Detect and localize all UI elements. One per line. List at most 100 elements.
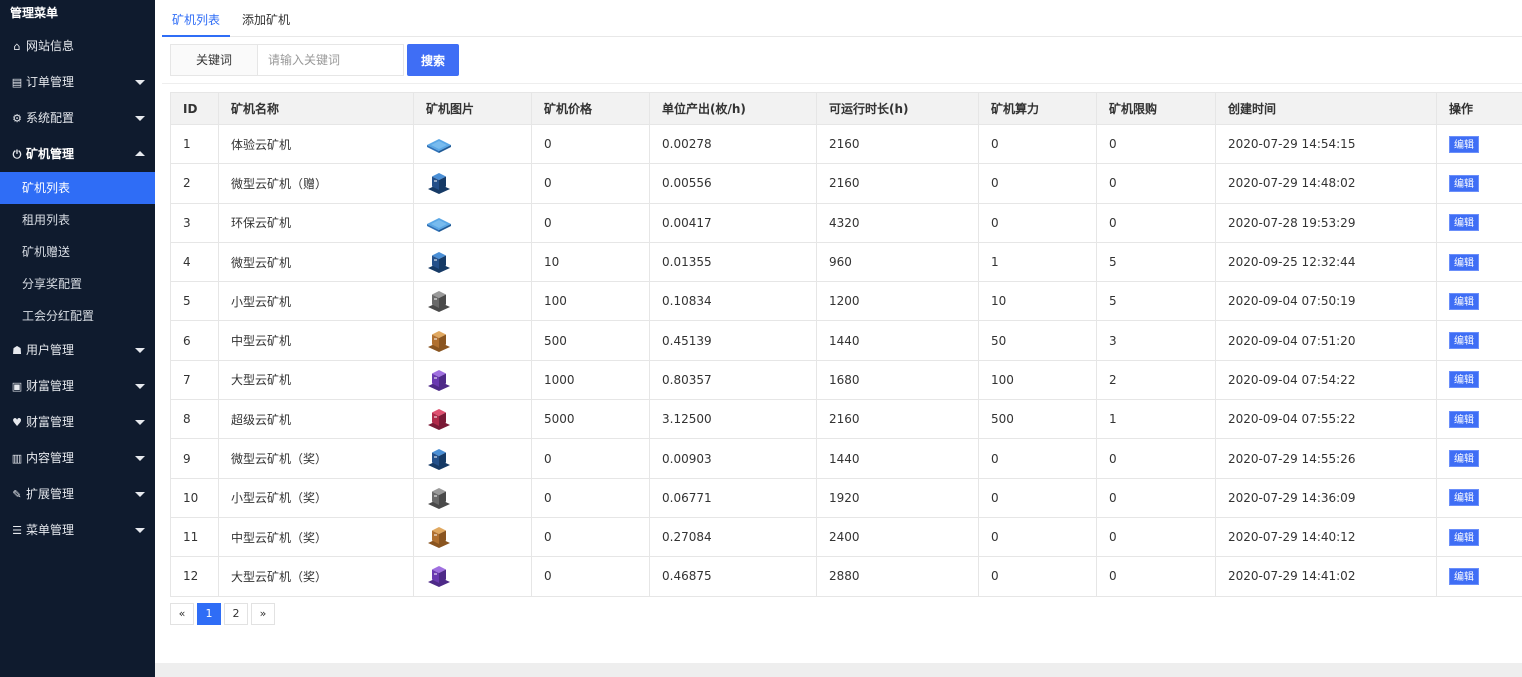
sidebar-item-orders[interactable]: ▤ 订单管理 — [0, 64, 155, 100]
table-row: 3 环保云矿机 0 0.00417 4320 0 0 2020-07-28 19:53:29 编… — [170, 202, 1522, 243]
pagination-page-2[interactable]: 2 — [224, 603, 248, 625]
miner-image-cell — [413, 399, 532, 440]
cell-power: 0 — [978, 163, 1097, 204]
cell-limit: 0 — [1096, 202, 1216, 243]
pagination-prev[interactable]: « — [170, 603, 194, 625]
sidebar-item-label: 矿机管理 — [26, 147, 75, 161]
cell-power: 10 — [978, 281, 1097, 322]
cell-actions: 编辑 — [1436, 438, 1522, 479]
cell-name: 环保云矿机 — [218, 202, 414, 243]
chevron-down-icon — [135, 116, 145, 121]
cell-price: 0 — [531, 123, 650, 165]
cell-price: 500 — [531, 320, 650, 361]
cell-hours: 1440 — [816, 438, 979, 479]
cell-id: 11 — [170, 516, 219, 558]
tab-miner-list[interactable]: 矿机列表 — [162, 0, 230, 37]
edit-button[interactable]: 编辑 — [1449, 371, 1479, 389]
sidebar-item-menus[interactable]: ☰ 菜单管理 — [0, 512, 155, 548]
miner-image — [426, 250, 452, 274]
sidebar-item-extensions[interactable]: ✎ 扩展管理 — [0, 476, 155, 512]
bars-icon: ☰ — [12, 524, 22, 537]
cell-price: 0 — [531, 516, 650, 558]
cell-created: 2020-07-29 14:40:12 — [1215, 516, 1437, 558]
sidebar-item-users[interactable]: ☗ 用户管理 — [0, 332, 155, 368]
edit-button[interactable]: 编辑 — [1449, 253, 1479, 271]
edit-button[interactable]: 编辑 — [1449, 450, 1479, 468]
cell-limit: 0 — [1096, 516, 1216, 558]
sidebar-sub-miner-gift[interactable]: 矿机赠送 — [0, 236, 155, 268]
search-button[interactable]: 搜索 — [407, 44, 459, 76]
table-header-row: ID 矿机名称 矿机图片 矿机价格 单位产出(枚/h) 可运行时长(h) 矿机算… — [170, 92, 1522, 125]
sidebar-sub-union-dividend[interactable]: 工会分红配置 — [0, 300, 155, 332]
cell-output: 0.10834 — [649, 281, 817, 322]
cell-output: 0.80357 — [649, 359, 817, 401]
cell-name: 中型云矿机（奖） — [218, 516, 414, 558]
cell-created: 2020-07-29 14:36:09 — [1215, 477, 1437, 518]
wrench-icon: ✎ — [12, 488, 22, 501]
cell-power: 0 — [978, 516, 1097, 558]
column-header: 矿机价格 — [531, 92, 650, 125]
cell-output: 3.12500 — [649, 399, 817, 440]
cell-created: 2020-09-04 07:54:22 — [1215, 359, 1437, 401]
cell-id: 4 — [170, 241, 219, 283]
cell-name: 体验云矿机 — [218, 123, 414, 165]
sidebar-item-label: 内容管理 — [26, 451, 75, 465]
cell-output: 0.00278 — [649, 123, 817, 165]
cell-name: 微型云矿机（奖） — [218, 438, 414, 479]
edit-button[interactable]: 编辑 — [1449, 332, 1479, 350]
edit-button[interactable]: 编辑 — [1449, 214, 1479, 232]
sidebar-item-wealth-1[interactable]: ▣ 财富管理 — [0, 368, 155, 404]
cell-actions: 编辑 — [1436, 359, 1522, 401]
edit-button[interactable]: 编辑 — [1449, 410, 1479, 428]
table-row: 8 超级云矿机 5000 3.12500 2160 500 1 2020-09-04 07:5… — [170, 399, 1522, 440]
cell-power: 0 — [978, 477, 1097, 518]
edit-button[interactable]: 编辑 — [1449, 489, 1479, 507]
column-header: 操作 — [1436, 92, 1522, 125]
miner-image — [426, 289, 452, 313]
sidebar-sub-miner-list[interactable]: 矿机列表 — [0, 172, 155, 204]
cell-power: 0 — [978, 202, 1097, 243]
sidebar-sub-rental-list[interactable]: 租用列表 — [0, 204, 155, 236]
pagination-next[interactable]: » — [251, 603, 275, 625]
cell-output: 0.06771 — [649, 477, 817, 518]
sidebar-item-wealth-2[interactable]: ♥ 财富管理 — [0, 404, 155, 440]
edit-button[interactable]: 编辑 — [1449, 174, 1479, 192]
edit-button[interactable]: 编辑 — [1449, 292, 1479, 310]
sidebar-item-system-config[interactable]: ⚙ 系统配置 — [0, 100, 155, 136]
users-icon: ☗ — [12, 344, 22, 357]
pagination-page-1[interactable]: 1 — [197, 603, 221, 625]
money-icon: ▣ — [11, 380, 23, 393]
sidebar-item-label: 系统配置 — [26, 111, 75, 125]
cell-actions: 编辑 — [1436, 241, 1522, 283]
keyword-input[interactable] — [258, 44, 404, 76]
tab-add-miner[interactable]: 添加矿机 — [242, 0, 292, 37]
cell-created: 2020-07-29 14:48:02 — [1215, 163, 1437, 204]
tab-bar: 矿机列表 添加矿机 — [162, 0, 1522, 37]
table-row: 10 小型云矿机（奖） 0 0.06771 1920 0 0 2020-07-29 14:36… — [170, 477, 1522, 518]
cell-limit: 3 — [1096, 320, 1216, 361]
edit-button[interactable]: 编辑 — [1449, 528, 1479, 546]
sidebar-item-miner-management[interactable]: ⏻ 矿机管理 — [0, 136, 155, 172]
cell-limit: 1 — [1096, 399, 1216, 440]
cell-created: 2020-07-28 19:53:29 — [1215, 202, 1437, 243]
cell-actions: 编辑 — [1436, 320, 1522, 361]
edit-button[interactable]: 编辑 — [1449, 135, 1479, 153]
chevron-down-icon — [135, 348, 145, 353]
miner-image — [426, 171, 452, 195]
cell-output: 0.46875 — [649, 556, 817, 597]
miner-image-cell — [413, 438, 532, 479]
cell-limit: 0 — [1096, 477, 1216, 518]
column-header: 矿机名称 — [218, 92, 414, 125]
column-header: 矿机图片 — [413, 92, 532, 125]
cell-name: 小型云矿机（奖） — [218, 477, 414, 518]
sidebar-sub-share-reward[interactable]: 分享奖配置 — [0, 268, 155, 300]
miner-table: ID 矿机名称 矿机图片 矿机价格 单位产出(枚/h) 可运行时长(h) 矿机算… — [170, 92, 1522, 597]
sidebar-item-site-info[interactable]: ⌂ 网站信息 — [0, 28, 155, 64]
chevron-down-icon — [135, 384, 145, 389]
sidebar-item-content[interactable]: ▥ 内容管理 — [0, 440, 155, 476]
miner-image-cell — [413, 320, 532, 361]
cell-actions: 编辑 — [1436, 477, 1522, 518]
edit-button[interactable]: 编辑 — [1449, 567, 1479, 585]
cell-id: 5 — [170, 281, 219, 322]
cell-name: 微型云矿机（赠） — [218, 163, 414, 204]
